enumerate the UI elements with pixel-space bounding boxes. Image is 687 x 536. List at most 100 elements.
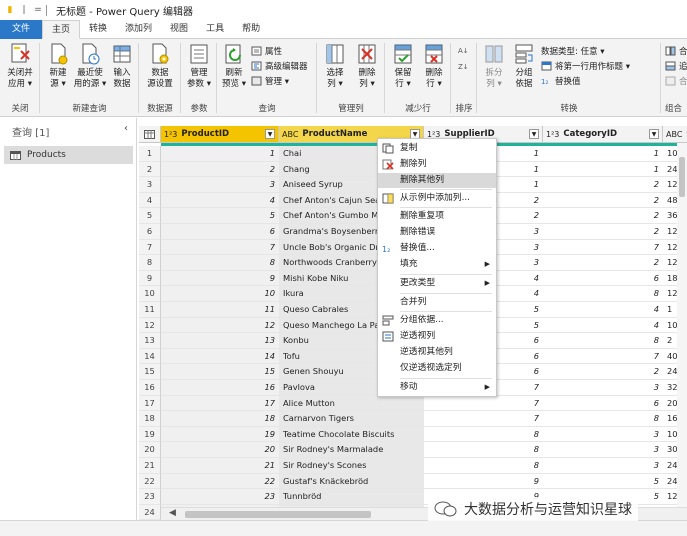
- close-apply-button[interactable]: 关闭并 应用 ▾: [4, 42, 36, 90]
- cell-productname[interactable]: Carnarvon Tigers: [279, 411, 424, 427]
- group-by-button[interactable]: 分组 依据: [511, 42, 537, 90]
- tab-file[interactable]: 文件: [0, 20, 42, 39]
- tab-transform[interactable]: 转换: [80, 20, 116, 39]
- data-type-dropdown[interactable]: 数据类型: 任意 ▾: [541, 45, 605, 57]
- row-number[interactable]: 12: [139, 317, 161, 334]
- row-number[interactable]: 16: [139, 380, 161, 396]
- cell-categoryid[interactable]: 8: [543, 333, 663, 349]
- cell-productid[interactable]: 15: [161, 364, 279, 380]
- replace-values-button[interactable]: 1₂ 替换值: [541, 75, 581, 87]
- row-number[interactable]: 1: [139, 146, 161, 162]
- combine-files-button[interactable]: 合并文: [665, 75, 687, 87]
- cell-categoryid[interactable]: 6: [543, 396, 663, 412]
- menu-item-9[interactable]: 合并列: [378, 295, 496, 310]
- remove-columns-button[interactable]: 删除 列 ▾: [353, 42, 381, 90]
- row-number[interactable]: 15: [139, 364, 161, 380]
- enter-data-button[interactable]: 输入 数据: [109, 42, 135, 90]
- cell-productid[interactable]: 21: [161, 458, 279, 474]
- menu-item-3[interactable]: 从示例中添加列...: [378, 191, 496, 206]
- whole-number-type-icon[interactable]: 1²3: [546, 130, 559, 139]
- cell-productname[interactable]: Teatime Chocolate Biscuits: [279, 426, 424, 443]
- column-filter-dropdown[interactable]: ▼: [265, 129, 275, 139]
- new-source-button[interactable]: 新建 源 ▾: [44, 42, 72, 90]
- remove-rows-button[interactable]: 删除 行 ▾: [420, 42, 448, 90]
- cell-categoryid[interactable]: 3: [543, 458, 663, 474]
- cell-productid[interactable]: 22: [161, 473, 279, 490]
- cell-productid[interactable]: 5: [161, 208, 279, 224]
- cell-productid[interactable]: 1: [161, 146, 279, 162]
- row-number[interactable]: 8: [139, 255, 161, 271]
- split-column-button[interactable]: 拆分 列 ▾: [481, 42, 507, 90]
- row-number[interactable]: 20: [139, 442, 161, 458]
- cell-productid[interactable]: 16: [161, 380, 279, 396]
- text-type-icon[interactable]: ABC: [666, 130, 682, 139]
- cell-productname[interactable]: Tunnbröd: [279, 489, 424, 505]
- menu-item-6[interactable]: 1₂ 替换值...: [378, 241, 496, 256]
- sort-ascending-button[interactable]: A↓: [458, 45, 469, 55]
- row-number[interactable]: 24: [139, 504, 161, 520]
- cell-categoryid[interactable]: 3: [543, 427, 663, 443]
- cell-categoryid[interactable]: 2: [543, 177, 663, 193]
- row-number[interactable]: 13: [139, 333, 161, 349]
- cell-categoryid[interactable]: 7: [543, 349, 663, 365]
- vertical-scroll-thumb[interactable]: [679, 157, 685, 197]
- row-number[interactable]: 21: [139, 458, 161, 474]
- properties-button[interactable]: 属性: [251, 45, 282, 57]
- cell-categoryid[interactable]: 7: [543, 240, 663, 256]
- cell-productid[interactable]: 18: [161, 411, 279, 427]
- cell-supplierid[interactable]: 7: [424, 396, 543, 412]
- cell-productname[interactable]: Sir Rodney's Scones: [279, 458, 424, 474]
- cell-categoryid[interactable]: 5: [543, 474, 663, 490]
- advanced-editor-button[interactable]: 高级编辑器: [251, 60, 308, 72]
- menu-item-12[interactable]: 逆透视其他列: [378, 345, 496, 360]
- row-number[interactable]: 5: [139, 208, 161, 224]
- row-number[interactable]: 9: [139, 270, 161, 287]
- horizontal-scroll-thumb[interactable]: [185, 511, 371, 518]
- manage-parameters-button[interactable]: 管理 参数 ▾: [184, 42, 214, 90]
- menu-item-13[interactable]: 仅逆透视选定列: [378, 361, 496, 376]
- row-number[interactable]: 10: [139, 286, 161, 302]
- row-number[interactable]: 17: [139, 395, 161, 412]
- cell-productid[interactable]: 10: [161, 286, 279, 302]
- cell-categoryid[interactable]: 4: [543, 318, 663, 334]
- cell-categoryid[interactable]: 1: [543, 162, 663, 178]
- datasource-settings-button[interactable]: 数据 源设置: [143, 42, 177, 90]
- tab-view[interactable]: 视图: [161, 20, 197, 39]
- cell-categoryid[interactable]: 6: [543, 271, 663, 287]
- column-header-quantity[interactable]: ABC Q: [663, 126, 687, 143]
- vertical-scrollbar[interactable]: [677, 143, 687, 507]
- cell-productid[interactable]: 8: [161, 255, 279, 271]
- cell-productname[interactable]: Gustaf's Knäckebröd: [279, 473, 424, 490]
- cell-supplierid[interactable]: 8: [424, 442, 543, 458]
- recent-sources-button[interactable]: 最近使 用的源 ▾: [73, 42, 107, 90]
- menu-item-8[interactable]: 更改类型 ▶: [378, 276, 496, 291]
- keep-rows-button[interactable]: 保留 行 ▾: [389, 42, 417, 90]
- manage-query-button[interactable]: 管理 ▾: [251, 75, 289, 87]
- row-number[interactable]: 19: [139, 426, 161, 443]
- cell-categoryid[interactable]: 3: [543, 380, 663, 396]
- collapse-pane-icon[interactable]: ‹: [124, 123, 128, 134]
- cell-productid[interactable]: 20: [161, 442, 279, 458]
- row-number[interactable]: 6: [139, 224, 161, 240]
- cell-productid[interactable]: 4: [161, 192, 279, 209]
- save-icon[interactable]: ▮: [5, 5, 15, 15]
- cell-productid[interactable]: 2: [161, 161, 279, 178]
- cell-categoryid[interactable]: 2: [543, 364, 663, 380]
- cell-categoryid[interactable]: 2: [543, 224, 663, 240]
- query-item-products[interactable]: Products: [4, 146, 133, 164]
- column-header-categoryid[interactable]: 1²3 CategoryID ▼: [543, 126, 663, 143]
- append-queries-button[interactable]: 追加查: [665, 60, 687, 72]
- cell-supplierid[interactable]: 7: [424, 411, 543, 427]
- row-number[interactable]: 4: [139, 192, 161, 209]
- cell-categoryid[interactable]: 4: [543, 302, 663, 318]
- text-type-icon[interactable]: ABC: [282, 130, 298, 139]
- cell-categoryid[interactable]: 8: [543, 286, 663, 302]
- cell-supplierid[interactable]: 9: [424, 474, 543, 490]
- cell-categoryid[interactable]: 3: [543, 442, 663, 458]
- refresh-preview-button[interactable]: 刷新 预览 ▾: [220, 42, 248, 90]
- cell-categoryid[interactable]: 2: [543, 208, 663, 224]
- sort-descending-button[interactable]: Z↓: [458, 61, 469, 71]
- choose-columns-button[interactable]: 选择 列 ▾: [321, 42, 349, 90]
- cell-categoryid[interactable]: 2: [543, 255, 663, 271]
- cell-productid[interactable]: 19: [161, 426, 279, 443]
